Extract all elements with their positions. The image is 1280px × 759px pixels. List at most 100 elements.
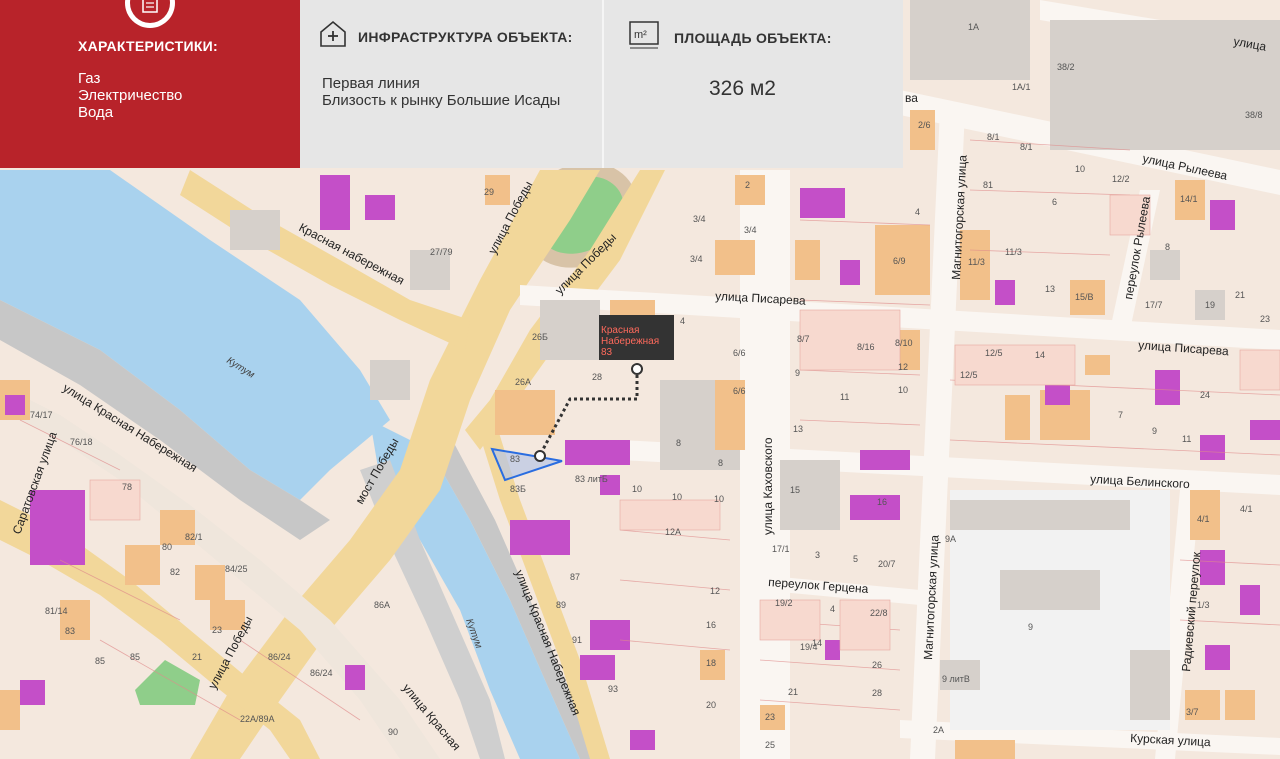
svg-text:86А: 86А [374,600,390,610]
svg-text:81: 81 [983,180,993,190]
svg-text:2А: 2А [933,725,944,735]
area-value: 326 м2 [709,77,776,100]
svg-text:17/1: 17/1 [772,544,790,554]
svg-text:1А/1: 1А/1 [1012,82,1031,92]
svg-text:4/1: 4/1 [1197,514,1210,524]
svg-text:9А: 9А [945,534,956,544]
svg-text:23: 23 [1260,314,1270,324]
svg-text:4/1: 4/1 [1240,504,1253,514]
characteristic-item: Электричество [78,87,183,104]
characteristics-panel: ХАРАКТЕРИСТИКИ: Газ Электричество Вода [0,0,310,168]
svg-text:10: 10 [632,484,642,494]
svg-text:83Б: 83Б [510,484,526,494]
svg-text:15: 15 [790,485,800,495]
svg-text:26Б: 26Б [532,332,548,342]
svg-text:83 литБ: 83 литБ [575,474,608,484]
svg-text:13: 13 [1045,284,1055,294]
svg-text:4: 4 [680,316,685,326]
info-panel: ХАРАКТЕРИСТИКИ: Газ Электричество Вода И… [0,0,905,168]
svg-text:8/16: 8/16 [857,342,875,352]
characteristics-list: Газ Электричество Вода [78,70,300,121]
svg-text:23: 23 [765,712,775,722]
svg-text:2/6: 2/6 [918,120,931,130]
svg-text:83: 83 [65,626,75,636]
svg-text:38/2: 38/2 [1057,62,1075,72]
svg-text:10: 10 [672,492,682,502]
svg-text:3/4: 3/4 [690,254,703,264]
svg-text:22/8: 22/8 [870,608,888,618]
svg-text:85: 85 [95,656,105,666]
svg-text:80: 80 [162,542,172,552]
svg-text:86/24: 86/24 [310,668,333,678]
marker-line-1: Красная [601,325,640,336]
svg-text:86/24: 86/24 [268,652,291,662]
svg-text:28: 28 [592,372,602,382]
area-title: ПЛОЩАДЬ ОБЪЕКТА: [674,29,832,46]
infrastructure-item: Близость к рынку Большие Исады [322,92,561,109]
svg-text:93: 93 [608,684,618,694]
svg-text:8/7: 8/7 [797,334,810,344]
svg-text:10: 10 [714,494,724,504]
svg-text:87: 87 [570,572,580,582]
svg-text:12/2: 12/2 [1112,174,1130,184]
svg-text:21: 21 [1235,290,1245,300]
svg-text:11/3: 11/3 [1005,247,1022,257]
svg-text:15/В: 15/В [1075,292,1094,302]
svg-text:9: 9 [795,368,800,378]
svg-text:3/4: 3/4 [744,225,757,235]
infrastructure-item: Первая линия [322,75,420,92]
svg-text:19/2: 19/2 [775,598,793,608]
svg-text:8/10: 8/10 [895,338,913,348]
svg-text:27/79: 27/79 [430,247,453,257]
svg-text:38/8: 38/8 [1245,110,1263,120]
svg-text:82/1: 82/1 [185,532,203,542]
svg-text:21: 21 [788,687,798,697]
characteristics-title: ХАРАКТЕРИСТИКИ: [78,38,218,54]
svg-text:18: 18 [706,658,716,668]
route-end-dot [534,450,546,462]
svg-text:3/4: 3/4 [693,214,706,224]
svg-text:10: 10 [1075,164,1085,174]
svg-text:91: 91 [572,635,582,645]
svg-text:26: 26 [872,660,882,670]
svg-text:16: 16 [706,620,716,630]
svg-text:12: 12 [710,586,720,596]
svg-text:14: 14 [1035,350,1045,360]
svg-text:83: 83 [510,454,520,464]
svg-text:12/5: 12/5 [960,370,978,380]
svg-text:1А: 1А [968,22,979,32]
svg-text:22А/89А: 22А/89А [240,714,275,724]
svg-text:6/9: 6/9 [893,256,906,266]
svg-text:29: 29 [484,187,494,197]
svg-text:6/6: 6/6 [733,348,746,358]
characteristic-item: Газ [78,70,101,87]
svg-text:3/7: 3/7 [1186,707,1199,717]
svg-text:12/5: 12/5 [985,348,1003,358]
object-marker[interactable]: Красная Набережная 83 [599,315,674,360]
svg-text:8: 8 [718,458,723,468]
svg-text:74/17: 74/17 [30,410,53,420]
marker-line-2: Набережная 83 [601,336,660,358]
svg-text:25: 25 [765,740,775,750]
svg-text:19: 19 [1205,300,1215,310]
svg-text:11: 11 [1182,434,1191,444]
svg-text:8: 8 [676,438,681,448]
svg-text:9 литВ: 9 литВ [942,674,970,684]
building-plus-icon [318,20,348,53]
svg-text:4: 4 [830,604,835,614]
svg-text:9: 9 [1028,622,1033,632]
svg-text:81/14: 81/14 [45,606,68,616]
svg-text:20: 20 [706,700,716,710]
svg-text:16: 16 [877,497,887,507]
svg-text:21: 21 [192,652,202,662]
svg-text:76/18: 76/18 [70,437,93,447]
svg-text:17/7: 17/7 [1145,300,1163,310]
label-top-va: ва [905,91,918,105]
svg-text:84/25: 84/25 [225,564,248,574]
svg-text:10: 10 [898,385,908,395]
svg-text:6: 6 [1052,197,1057,207]
area-panel: m² ПЛОЩАДЬ ОБЪЕКТА: 326 м2 [602,0,903,168]
route-start-dot [631,363,643,375]
svg-text:20/7: 20/7 [878,559,896,569]
svg-text:4: 4 [915,207,920,217]
